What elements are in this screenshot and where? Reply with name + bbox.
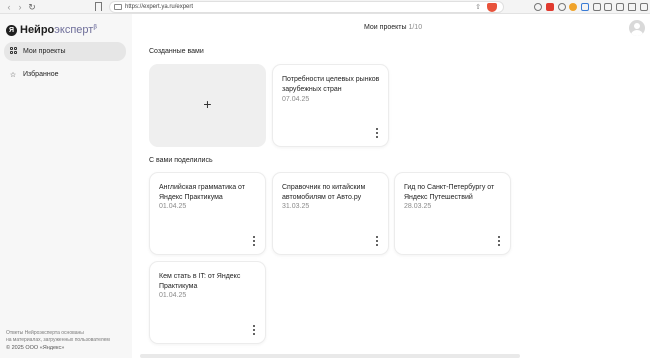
disclaimer-line: на материалах, загруженных пользователем: [6, 337, 110, 343]
project-card[interactable]: Потребности целевых рынков зарубежных ст…: [272, 64, 389, 147]
more-icon[interactable]: [375, 236, 379, 246]
menu-icon[interactable]: [640, 3, 648, 11]
page-title-text: Мои проекты: [364, 24, 407, 31]
site-info-icon[interactable]: [114, 4, 122, 10]
sidebar-item-my-projects[interactable]: Мои проекты: [4, 42, 126, 61]
new-project-button[interactable]: +: [149, 64, 266, 147]
extension-icon[interactable]: [546, 3, 554, 11]
more-icon[interactable]: [497, 236, 501, 246]
extension-icon[interactable]: [558, 3, 566, 11]
project-count: 1/10: [408, 24, 423, 31]
download-icon[interactable]: [581, 3, 589, 11]
logo-text: Нейроэкспертβ: [20, 24, 97, 36]
plus-icon: +: [203, 96, 212, 112]
card-date: 28.03.25: [404, 203, 432, 210]
card-date: 31.03.25: [282, 203, 310, 210]
more-icon[interactable]: [252, 236, 256, 246]
bookmark-icon[interactable]: [95, 2, 102, 11]
sidebar-item-label: Мои проекты: [23, 48, 66, 55]
page-title: Мои проекты 1/10: [364, 24, 422, 31]
logo-light: эксперт: [54, 24, 94, 36]
extension-icon[interactable]: [604, 3, 612, 11]
extension-icon[interactable]: [569, 3, 577, 11]
horizontal-scrollbar[interactable]: [140, 354, 520, 358]
sidebar-toggle-icon[interactable]: [616, 3, 624, 11]
project-card[interactable]: Справочник по китайским автомобилям от А…: [272, 172, 389, 255]
sidebar-item-label: Избранное: [23, 71, 59, 78]
share-icon[interactable]: ⇧: [475, 3, 481, 12]
forward-icon[interactable]: ›: [15, 1, 25, 13]
avatar[interactable]: [629, 20, 645, 36]
project-card[interactable]: Английская грамматика от Яндекс Практику…: [149, 172, 266, 255]
address-bar[interactable]: https://expert.ya.ru/expert ⇧: [109, 1, 504, 13]
section-title-created: Созданные вами: [149, 48, 204, 55]
project-card[interactable]: Кем стать в IT: от Яндекс Практикума 01.…: [149, 261, 266, 344]
star-icon: ☆: [9, 71, 17, 79]
project-card[interactable]: Гид по Санкт-Петербургу от Яндекс Путеше…: [394, 172, 511, 255]
url-text[interactable]: https://expert.ya.ru/expert: [125, 3, 193, 12]
disclaimer: Ответы Нейроэксперта основаны на материа…: [6, 330, 110, 344]
more-icon[interactable]: [252, 325, 256, 335]
logo[interactable]: Я Нейроэкспертβ: [6, 23, 97, 37]
extension-icon[interactable]: [534, 3, 542, 11]
card-title: Гид по Санкт-Петербургу от Яндекс Путеше…: [404, 184, 495, 201]
card-title: Потребности целевых рынков зарубежных ст…: [282, 76, 380, 93]
disclaimer-line: Ответы Нейроэксперта основаны: [6, 330, 84, 336]
card-date: 01.04.25: [159, 203, 187, 210]
card-title: Справочник по китайским автомобилям от А…: [282, 184, 366, 201]
card-date: 07.04.25: [282, 96, 310, 103]
back-icon[interactable]: ‹: [4, 1, 14, 13]
more-icon[interactable]: [375, 128, 379, 138]
sidebar-item-favorites[interactable]: ☆ Избранное: [4, 65, 126, 84]
card-date: 01.04.25: [159, 292, 187, 299]
grid-icon: [9, 47, 17, 56]
sidebar: Я Нейроэкспертβ Мои проекты ☆ Избранное …: [0, 14, 132, 358]
yandex-logo-icon: Я: [6, 24, 17, 36]
extension-icon[interactable]: [593, 3, 601, 11]
card-title: Английская грамматика от Яндекс Практику…: [159, 184, 246, 201]
section-title-shared: С вами поделились: [149, 157, 213, 164]
shield-icon[interactable]: [487, 3, 497, 12]
logo-beta: β: [93, 24, 97, 31]
copyright: © 2025 ООО «Яндекс»: [6, 345, 65, 351]
card-title: Кем стать в IT: от Яндекс Практикума: [159, 273, 241, 290]
logo-main: Нейро: [20, 24, 55, 36]
extension-icon[interactable]: [628, 3, 636, 11]
browser-toolbar: ‹ › ↻ https://expert.ya.ru/expert ⇧: [0, 0, 650, 14]
reload-icon[interactable]: ↻: [27, 1, 37, 13]
